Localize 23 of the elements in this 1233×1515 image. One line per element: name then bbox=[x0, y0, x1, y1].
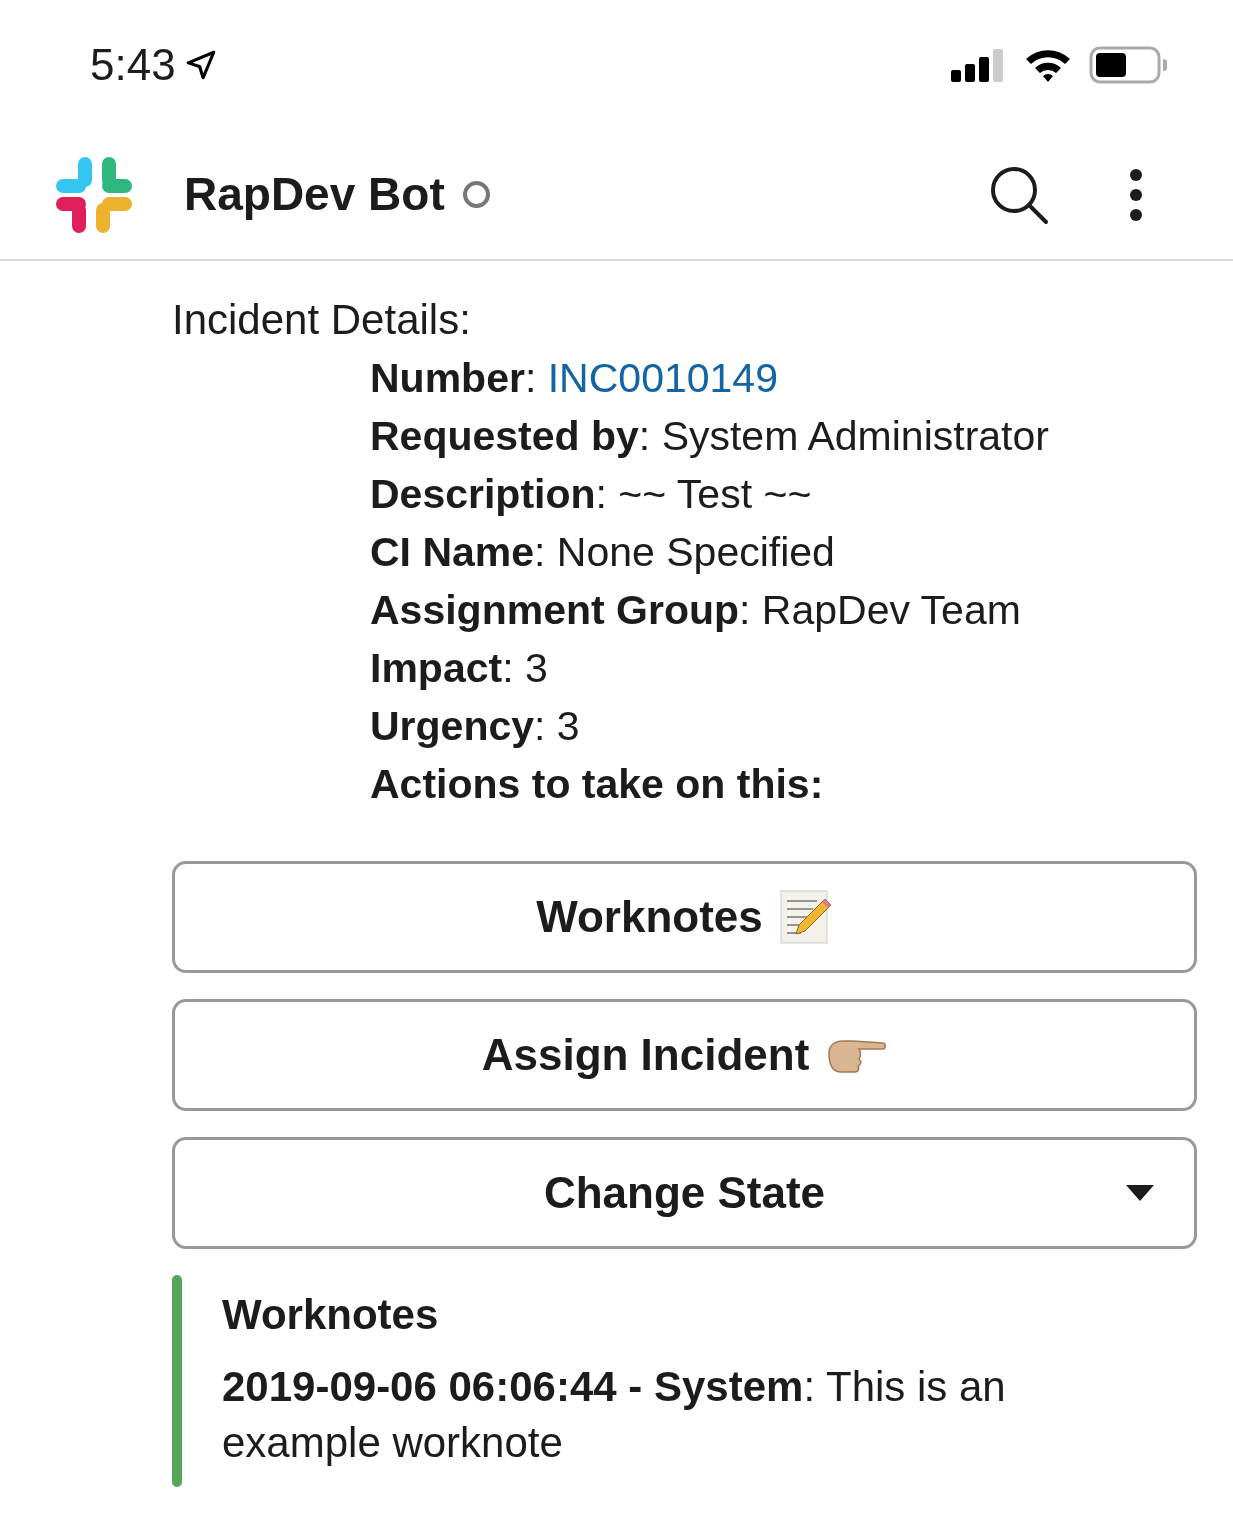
search-icon[interactable] bbox=[989, 164, 1049, 225]
incident-link[interactable]: INC0010149 bbox=[547, 355, 778, 401]
actions-heading: Actions to take on this: bbox=[370, 760, 825, 809]
action-button[interactable]: Assign Incident bbox=[172, 999, 1197, 1111]
chat-title: RapDev Bot bbox=[184, 167, 445, 222]
worknote-text: 2019-09-06 06:06:44 - System: This is an example worknote bbox=[222, 1362, 1007, 1468]
app-logo-icon bbox=[54, 154, 134, 235]
more-options-icon[interactable] bbox=[1129, 167, 1143, 222]
battery-icon bbox=[1089, 46, 1167, 84]
incident-field: Description: ~~ Test ~~ bbox=[370, 465, 1197, 523]
action-button[interactable]: Worknotes bbox=[172, 861, 1197, 973]
attachment-title: Worknotes bbox=[222, 1290, 440, 1340]
incident-field: Impact: 3 bbox=[370, 639, 1197, 697]
incident-field: Assignment Group: RapDev Team bbox=[370, 581, 1197, 639]
caret-down-icon bbox=[1126, 1185, 1154, 1201]
memo-pencil-icon bbox=[778, 889, 833, 945]
incident-field: Number: INC0010149 bbox=[370, 349, 1197, 407]
incident-field: Requested by: System Administrator bbox=[370, 407, 1197, 465]
intro-text: Incident Details: bbox=[172, 295, 472, 345]
status-time: 5:43 bbox=[90, 39, 176, 91]
incident-field: Urgency: 3 bbox=[370, 697, 1197, 755]
state-select[interactable]: Change State bbox=[172, 1137, 1197, 1249]
incident-field: CI Name: None Specified bbox=[370, 523, 1197, 581]
